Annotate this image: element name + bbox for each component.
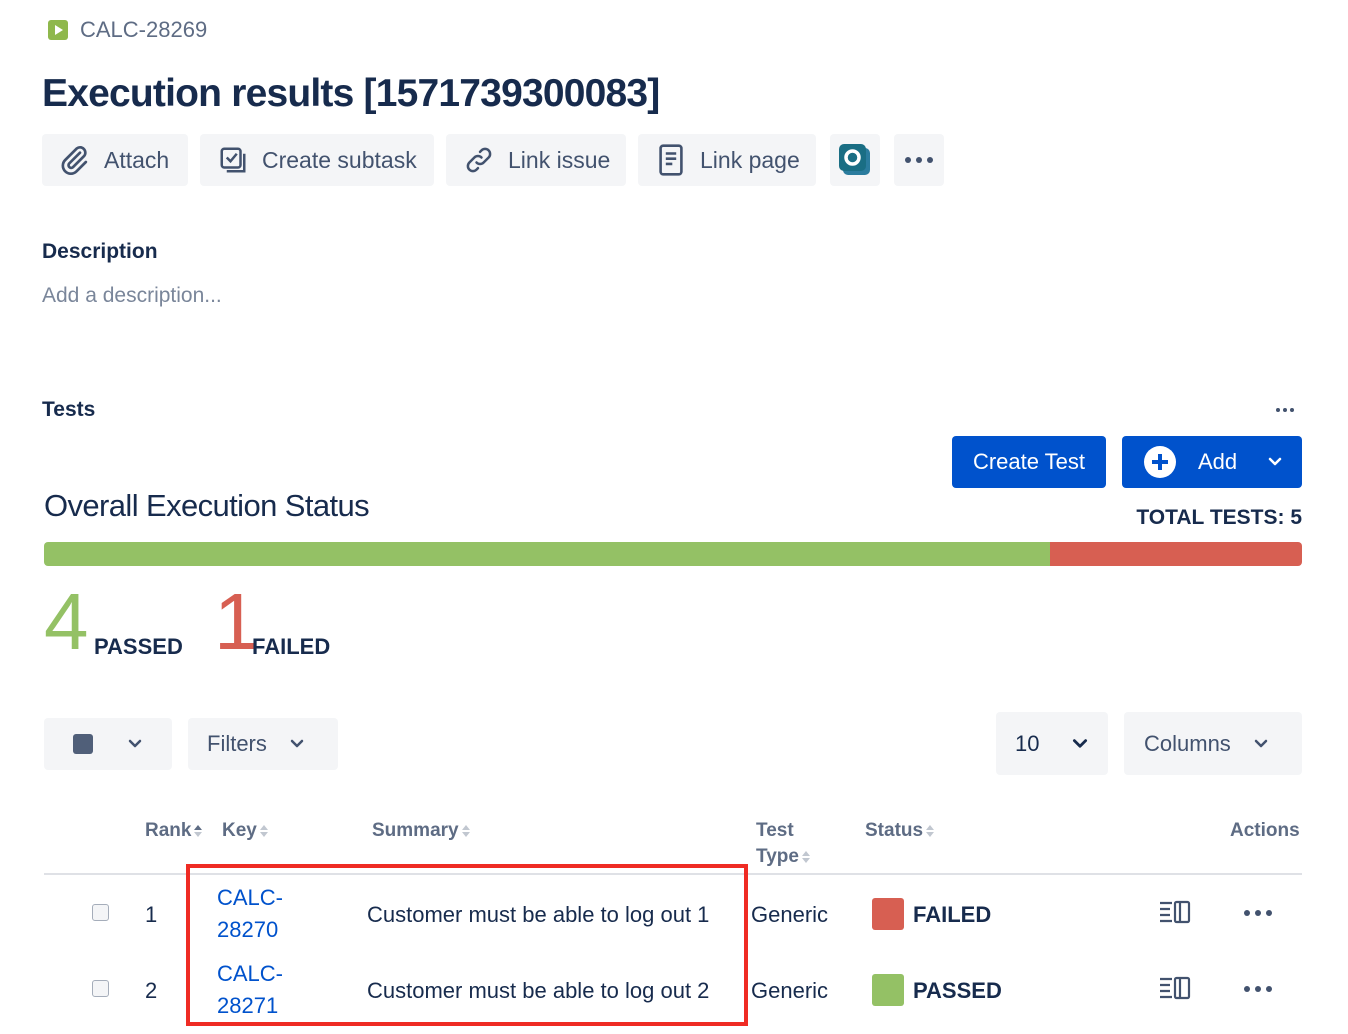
details-panel-button[interactable] — [1158, 900, 1192, 931]
progress-failed-segment — [1050, 542, 1302, 566]
app-logo-icon — [839, 144, 870, 175]
details-panel-icon — [1160, 976, 1191, 1000]
sort-icon — [194, 824, 203, 837]
total-tests-count: TOTAL TESTS: 5 — [1136, 506, 1302, 529]
tests-section-label: Tests — [42, 398, 96, 421]
columns-label: Columns — [1144, 730, 1231, 756]
passed-count: 4 — [44, 577, 89, 666]
sort-icon — [801, 850, 810, 863]
column-header-actions: Actions — [1230, 820, 1300, 841]
more-icon — [1244, 986, 1272, 992]
more-icon — [905, 157, 933, 163]
page-size-value: 10 — [1015, 730, 1040, 756]
row-checkbox[interactable] — [92, 904, 109, 921]
failed-label: FAILED — [252, 634, 331, 659]
sort-icon — [259, 824, 268, 837]
subtask-icon — [220, 147, 246, 173]
status-color-swatch — [872, 898, 904, 930]
description-field[interactable]: Add a description... — [42, 284, 222, 308]
paperclip-icon — [61, 146, 88, 175]
highlight-annotation-box — [186, 864, 748, 1026]
filters-label: Filters — [207, 731, 267, 756]
columns-dropdown[interactable]: Columns — [1124, 712, 1302, 775]
chevron-down-icon — [1254, 739, 1268, 747]
test-type-header-label: Test Type — [756, 820, 799, 867]
row-rank: 2 — [145, 978, 158, 1003]
sort-icon — [461, 824, 470, 837]
summary-header-label: Summary — [372, 820, 459, 841]
column-header-status[interactable]: Status — [865, 818, 935, 844]
checkbox-icon — [73, 734, 93, 754]
link-issue-button[interactable]: Link issue — [446, 134, 626, 186]
create-test-button[interactable]: Create Test — [952, 436, 1106, 488]
row-status: PASSED — [913, 978, 1002, 1003]
attach-label: Attach — [104, 146, 170, 173]
row-checkbox[interactable] — [92, 980, 109, 997]
progress-passed-segment — [44, 542, 1051, 566]
page-size-select[interactable]: 10 — [996, 712, 1108, 775]
more-actions-button[interactable] — [894, 134, 944, 186]
page-title[interactable]: Execution results [1571739300083] — [42, 72, 660, 116]
attach-button[interactable]: Attach — [42, 134, 188, 186]
row-test-type: Generic — [751, 902, 829, 927]
row-rank: 1 — [145, 902, 158, 927]
row-actions-button[interactable] — [1244, 910, 1272, 916]
chevron-down-icon — [290, 739, 304, 748]
column-header-key[interactable]: Key — [222, 818, 268, 844]
sort-icon — [926, 824, 935, 837]
link-page-button[interactable]: Link page — [638, 134, 816, 186]
bulk-select-dropdown[interactable] — [44, 718, 172, 770]
plus-circle-icon — [1144, 446, 1176, 478]
link-page-label: Link page — [700, 146, 800, 173]
more-icon — [1276, 408, 1294, 412]
key-header-label: Key — [222, 820, 257, 841]
details-panel-icon — [1160, 900, 1191, 924]
status-color-swatch — [872, 974, 904, 1006]
tests-more-button[interactable] — [1276, 408, 1294, 412]
breadcrumb-issue-key[interactable]: CALC-28269 — [80, 17, 207, 43]
document-icon — [659, 144, 683, 176]
link-issue-label: Link issue — [508, 146, 611, 173]
column-header-summary[interactable]: Summary — [372, 818, 470, 844]
row-actions-button[interactable] — [1244, 986, 1272, 992]
filters-dropdown[interactable]: Filters — [188, 718, 338, 770]
test-execution-type-icon — [48, 20, 68, 40]
add-label: Add — [1198, 449, 1238, 474]
create-test-label: Create Test — [972, 449, 1086, 474]
execution-progress-bar — [44, 542, 1302, 566]
chevron-down-icon — [1073, 738, 1088, 748]
chevron-down-icon — [128, 739, 142, 748]
app-integration-button[interactable] — [830, 134, 880, 186]
column-header-rank[interactable]: Rank — [145, 818, 203, 844]
status-header-label: Status — [865, 820, 924, 841]
add-tests-dropdown[interactable]: Add — [1122, 436, 1302, 488]
create-subtask-label: Create subtask — [262, 146, 417, 173]
details-panel-button[interactable] — [1158, 976, 1192, 1007]
passed-label: PASSED — [94, 634, 183, 659]
link-icon — [466, 147, 492, 173]
more-icon — [1244, 910, 1272, 916]
create-subtask-button[interactable]: Create subtask — [200, 134, 434, 186]
overall-execution-status-title: Overall Execution Status — [44, 488, 370, 523]
row-status: FAILED — [913, 902, 992, 927]
chevron-down-icon — [1268, 457, 1282, 466]
rank-header-label: Rank — [145, 820, 192, 841]
column-header-test-type[interactable]: Test Type — [756, 818, 836, 870]
row-test-type: Generic — [751, 978, 829, 1003]
description-label: Description — [42, 240, 158, 263]
